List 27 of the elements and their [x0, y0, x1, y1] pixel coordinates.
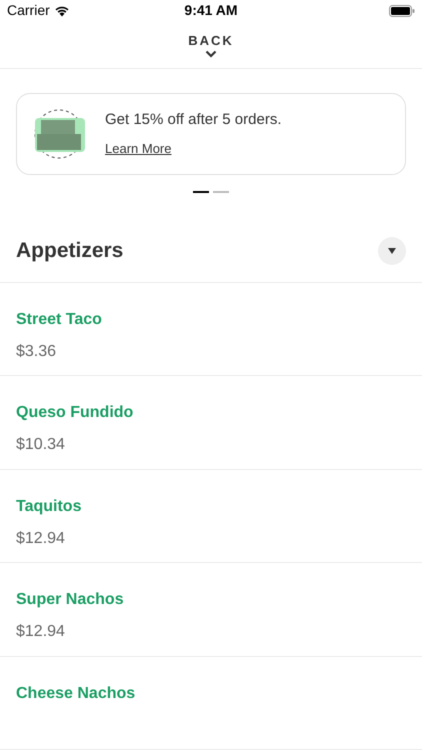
- menu-item[interactable]: Super Nachos $12.94: [0, 563, 422, 657]
- item-price: $10.34: [16, 435, 65, 456]
- item-price: $12.94: [16, 528, 65, 549]
- item-price: $3.36: [16, 342, 56, 362]
- menu-item[interactable]: Cheese Nachos: [0, 656, 422, 750]
- box-stack-icon: [33, 108, 85, 160]
- menu-item[interactable]: Queso Fundido $10.34: [0, 376, 422, 470]
- chevron-down-icon: [205, 50, 217, 58]
- section-title: Appetizers: [16, 238, 124, 264]
- promo-text: Get 15% off after 5 orders.: [105, 110, 282, 130]
- menu-item[interactable]: Taquitos $12.94: [0, 470, 422, 564]
- item-name: Taquitos: [16, 496, 82, 517]
- status-time: 9:41 AM: [184, 1, 238, 20]
- caret-icon: [388, 248, 396, 254]
- item-name: Street Taco: [16, 310, 102, 330]
- battery-icon: [389, 4, 415, 16]
- menu-item[interactable]: Street Taco $3.36: [0, 282, 422, 376]
- wifi-icon: [54, 4, 70, 16]
- item-name: Super Nachos: [16, 590, 124, 610]
- item-name: Cheese Nachos: [16, 684, 136, 704]
- collapse-button[interactable]: [378, 236, 406, 265]
- item-price: $12.94: [16, 622, 65, 642]
- item-name: Queso Fundido: [16, 403, 134, 424]
- carrier-label: Carrier: [7, 1, 50, 20]
- page-indicator[interactable]: [193, 190, 209, 193]
- back-button[interactable]: BACK: [188, 30, 234, 58]
- learn-more-link[interactable]: Learn More: [105, 139, 172, 159]
